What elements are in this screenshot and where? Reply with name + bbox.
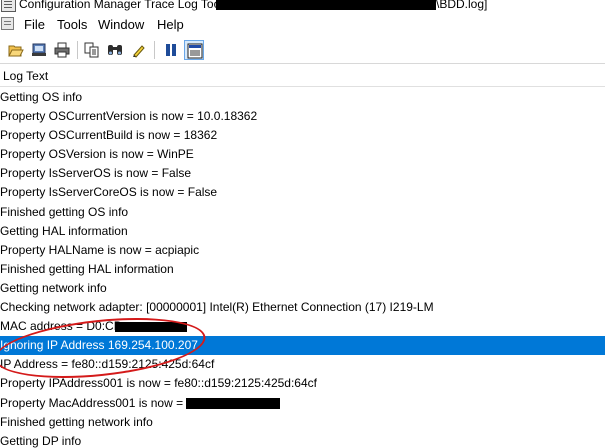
column-header[interactable]: Log Text xyxy=(0,65,605,87)
log-row-macaddress[interactable]: Property MacAddress001 is now = D xyxy=(0,394,605,413)
log-row[interactable]: Finished getting network info xyxy=(0,413,605,432)
log-row[interactable]: Getting HAL information xyxy=(0,222,605,241)
log-row[interactable]: Property IPAddress001 is now = fe80::d15… xyxy=(0,374,605,393)
log-row[interactable]: Getting OS info xyxy=(0,88,605,107)
log-row-mac[interactable]: MAC address = D0:CB xyxy=(0,317,605,336)
find-icon[interactable] xyxy=(105,40,125,60)
open-icon[interactable] xyxy=(6,40,26,60)
pause-icon[interactable] xyxy=(161,40,181,60)
system-menu-icon[interactable] xyxy=(1,17,14,30)
toolbar-separator xyxy=(77,41,78,59)
menu-file[interactable]: File xyxy=(24,17,45,32)
copy-icon[interactable] xyxy=(82,40,102,60)
menu-help[interactable]: Help xyxy=(157,17,184,32)
print-icon[interactable] xyxy=(52,40,72,60)
log-row[interactable]: Property IsServerCoreOS is now = False xyxy=(0,183,605,202)
log-row[interactable]: Finished getting OS info xyxy=(0,203,605,222)
log-row[interactable]: Property IsServerOS is now = False xyxy=(0,164,605,183)
menu-tools[interactable]: Tools xyxy=(57,17,87,32)
redaction-bar xyxy=(115,322,187,333)
log-row[interactable]: Property OSCurrentBuild is now = 18362 xyxy=(0,126,605,145)
log-row-text: Property MacAddress001 is now = D xyxy=(0,395,196,410)
log-row-selected[interactable]: Ignoring IP Address 169.254.100.207 xyxy=(0,336,605,356)
log-text-header: Log Text xyxy=(3,69,49,83)
log-row[interactable]: Finished getting HAL information xyxy=(0,260,605,279)
title-bar: Configuration Manager Trace Log Too \BDD… xyxy=(0,0,605,14)
log-row[interactable]: Getting network info xyxy=(0,279,605,298)
window-title: Configuration Manager Trace Log Too xyxy=(19,0,221,11)
log-row[interactable]: IP Address = fe80::d159:2125:425d:64cf xyxy=(0,355,605,374)
redaction-bar xyxy=(186,397,280,409)
window-title-suffix: \BDD.log] xyxy=(436,0,488,11)
log-row[interactable]: Property HALName is now = acpiapic xyxy=(0,241,605,260)
highlight-icon[interactable] xyxy=(129,40,149,60)
log-row[interactable]: Property OSVersion is now = WinPE xyxy=(0,145,605,164)
log-list[interactable]: Getting OS info Property OSCurrentVersio… xyxy=(0,88,605,448)
log-row[interactable]: Checking network adapter: [00000001] Int… xyxy=(0,298,605,317)
log-row-text: MAC address = D0:CB xyxy=(0,319,122,334)
log-row[interactable]: Getting DP info xyxy=(0,432,605,448)
print-preview-icon[interactable] xyxy=(29,40,49,60)
toolbar-separator xyxy=(154,41,155,59)
app-icon xyxy=(1,0,16,12)
log-row[interactable]: Property OSCurrentVersion is now = 10.0.… xyxy=(0,107,605,126)
menu-bar: File Tools Window Help xyxy=(0,14,605,34)
menu-window[interactable]: Window xyxy=(98,17,144,32)
toolbar xyxy=(0,36,605,64)
redaction-bar xyxy=(216,0,436,10)
show-details-icon[interactable] xyxy=(184,40,204,60)
